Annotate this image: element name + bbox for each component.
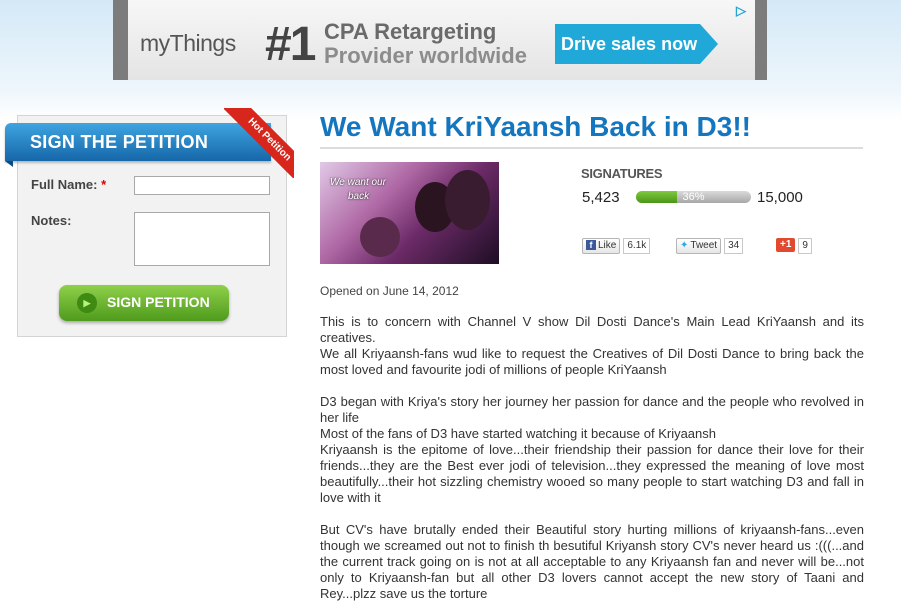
ad-logo: myThings bbox=[140, 30, 236, 56]
petition-paragraph: D3 began with Kriya's story her journey … bbox=[320, 394, 864, 425]
twitter-tweet-widget[interactable]: ✦ Tweet 34 bbox=[676, 238, 744, 254]
facebook-like-label: Like bbox=[598, 240, 617, 251]
petition-paragraph: Kriyaansh is the epitome of love...their… bbox=[320, 442, 864, 505]
ad-headline-line1: CPA Retargeting bbox=[324, 19, 497, 44]
tweet-label: Tweet bbox=[690, 240, 718, 251]
signatures-progress-label: 36% bbox=[682, 191, 705, 203]
sign-petition-button-label: SIGN PETITION bbox=[107, 294, 210, 310]
hot-petition-badge: Hot Petition bbox=[224, 108, 294, 178]
ad-headline-line2: Provider worldwide bbox=[324, 43, 527, 68]
google-plus-widget[interactable]: +1 9 bbox=[776, 238, 812, 254]
twitter-bird-icon: ✦ bbox=[680, 240, 689, 251]
thumb-caption-line1: We want our bbox=[330, 177, 386, 188]
notes-textarea[interactable] bbox=[134, 212, 270, 266]
thumb-figure-2 bbox=[445, 170, 490, 230]
required-mark: * bbox=[101, 177, 107, 192]
signatures-count: 5,423 bbox=[582, 189, 620, 206]
facebook-like-button[interactable]: f Like bbox=[582, 238, 621, 254]
tweet-count: 34 bbox=[724, 238, 744, 254]
tweet-button[interactable]: ✦ Tweet bbox=[676, 238, 722, 254]
title-divider bbox=[320, 147, 863, 149]
ad-cta-arrow-icon bbox=[700, 24, 718, 64]
opened-date: Opened on June 14, 2012 bbox=[320, 284, 459, 298]
petition-body: This is to concern with Channel V show D… bbox=[320, 314, 864, 602]
petition-paragraph: But CV's have brutally ended their Beaut… bbox=[320, 522, 864, 601]
petition-paragraph: Most of the fans of D3 have started watc… bbox=[320, 426, 716, 441]
thumb-caption-line2: back bbox=[348, 191, 370, 202]
ribbon-fold bbox=[5, 161, 13, 167]
facebook-icon: f bbox=[586, 240, 596, 250]
google-plus-count: 9 bbox=[798, 238, 812, 254]
signatures-goal: 15,000 bbox=[757, 189, 803, 206]
google-plus-button[interactable]: +1 bbox=[776, 238, 796, 252]
ad-headline-number: #1 bbox=[265, 18, 316, 71]
ad-banner[interactable]: myThings #1 CPA Retargeting Provider wor… bbox=[113, 0, 767, 80]
full-name-input[interactable] bbox=[134, 176, 270, 195]
adchoices-icon[interactable]: ▷ bbox=[736, 4, 749, 17]
petition-image[interactable]: We want our back bbox=[320, 162, 499, 264]
full-name-label: Full Name: * bbox=[31, 177, 106, 192]
petition-paragraph: We all Kriyaansh-fans wud like to reques… bbox=[320, 346, 864, 377]
petition-title: We Want KriYaansh Back in D3!! bbox=[320, 111, 751, 142]
full-name-label-text: Full Name: bbox=[31, 177, 98, 192]
facebook-like-widget[interactable]: f Like 6.1k bbox=[582, 238, 651, 254]
signatures-progress-bar: 36% bbox=[636, 191, 751, 203]
play-arrow-icon: ▶ bbox=[77, 293, 97, 313]
facebook-like-count: 6.1k bbox=[623, 238, 651, 254]
petition-paragraph: This is to concern with Channel V show D… bbox=[320, 314, 864, 345]
sign-petition-button[interactable]: ▶ SIGN PETITION bbox=[59, 285, 229, 321]
hot-petition-label: Hot Petition bbox=[224, 108, 294, 178]
ad-cta-button[interactable]: Drive sales now bbox=[555, 24, 700, 64]
thumb-figure-3 bbox=[360, 217, 400, 257]
signatures-heading: SIGNATURES bbox=[581, 166, 663, 181]
thumb-caption: We want our back bbox=[330, 176, 386, 204]
notes-label: Notes: bbox=[31, 213, 72, 228]
